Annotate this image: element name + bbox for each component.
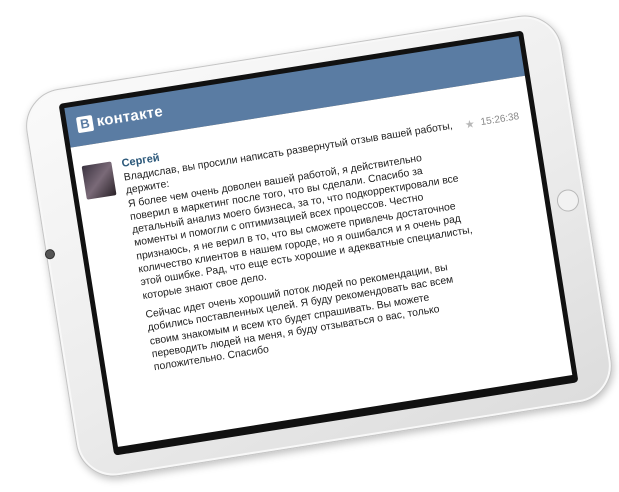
camera-dot — [44, 248, 56, 260]
message-body: Владислав, вы просили написать развернут… — [123, 119, 486, 374]
star-icon[interactable]: ★ — [464, 117, 476, 131]
tablet-device: В контакте Сергей ★ 15:26:38 Владислав, … — [20, 10, 618, 482]
avatar[interactable] — [81, 161, 117, 200]
tablet-screen: В контакте Сергей ★ 15:26:38 Владислав, … — [58, 30, 579, 456]
home-button[interactable] — [555, 187, 581, 214]
vk-logo-icon[interactable]: В — [75, 114, 95, 134]
vk-logo-text[interactable]: контакте — [95, 103, 164, 130]
message-time: 15:26:38 — [479, 111, 521, 129]
